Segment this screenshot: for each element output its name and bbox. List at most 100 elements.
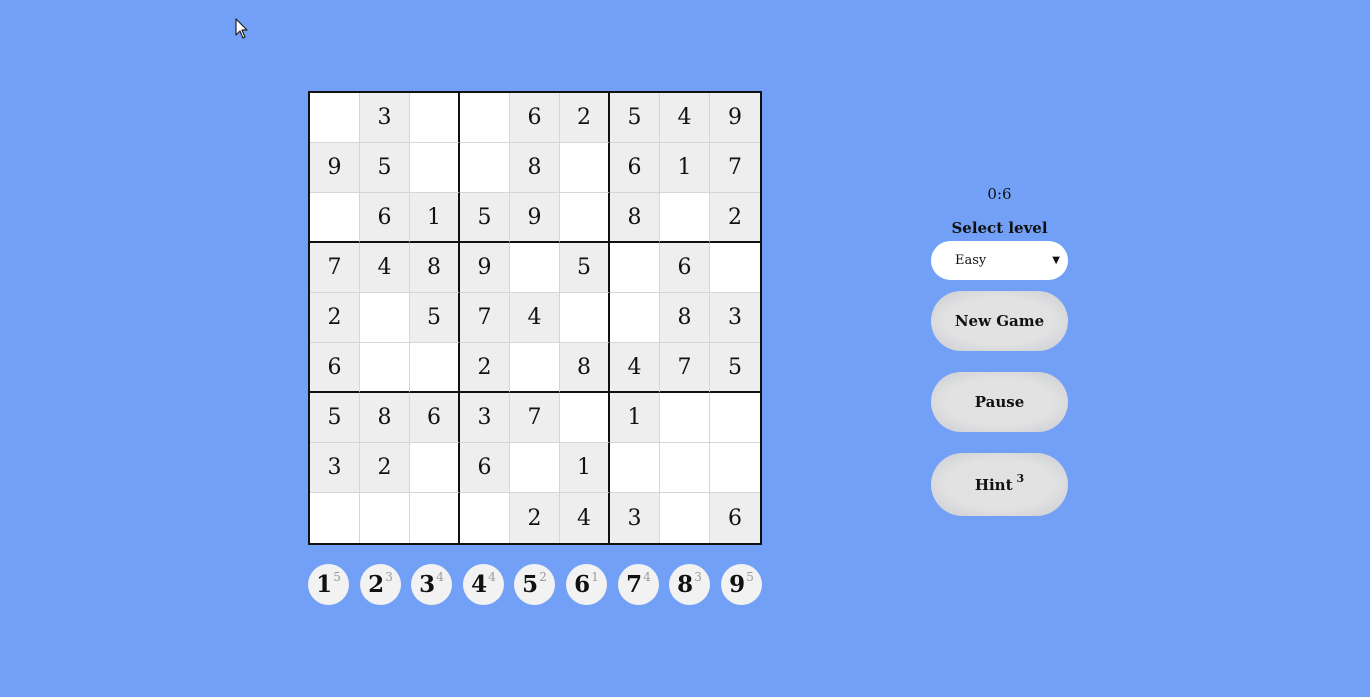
sudoku-cell[interactable] (410, 143, 460, 193)
sudoku-cell[interactable]: 4 (560, 493, 610, 543)
sudoku-cell[interactable]: 4 (660, 93, 710, 143)
sudoku-cell[interactable] (660, 493, 710, 543)
sudoku-cell[interactable]: 6 (510, 93, 560, 143)
sudoku-cell[interactable]: 8 (360, 393, 410, 443)
sudoku-cell[interactable] (560, 143, 610, 193)
sudoku-cell[interactable]: 6 (660, 243, 710, 293)
sudoku-cell[interactable] (660, 393, 710, 443)
sudoku-cell[interactable] (510, 243, 560, 293)
sudoku-cell[interactable]: 6 (710, 493, 760, 543)
sudoku-cell[interactable]: 9 (310, 143, 360, 193)
sudoku-cell[interactable]: 6 (460, 443, 510, 493)
number-remaining-count: 2 (539, 569, 547, 584)
sudoku-cell[interactable]: 4 (510, 293, 560, 343)
level-select-value: Easy (955, 253, 987, 268)
sudoku-cell[interactable]: 2 (360, 443, 410, 493)
sudoku-cell[interactable]: 8 (510, 143, 560, 193)
sudoku-cell[interactable]: 5 (410, 293, 460, 343)
sudoku-cell[interactable]: 8 (410, 243, 460, 293)
sudoku-cell[interactable]: 5 (360, 143, 410, 193)
number-remaining-count: 3 (694, 569, 702, 584)
sudoku-cell[interactable]: 9 (460, 243, 510, 293)
sudoku-cell[interactable] (560, 393, 610, 443)
sudoku-cell[interactable] (610, 293, 660, 343)
sudoku-cell[interactable] (360, 343, 410, 393)
level-select[interactable]: Easy ▼ (931, 241, 1068, 280)
sudoku-cell[interactable] (660, 443, 710, 493)
number-remaining-count: 4 (436, 569, 444, 584)
sudoku-cell[interactable] (310, 193, 360, 243)
sudoku-cell[interactable]: 8 (560, 343, 610, 393)
sudoku-cell[interactable] (410, 343, 460, 393)
sudoku-cell[interactable]: 5 (310, 393, 360, 443)
sudoku-cell[interactable]: 2 (710, 193, 760, 243)
sudoku-board: 3625499586176159827489562574836284755863… (308, 91, 762, 545)
sudoku-cell[interactable]: 8 (610, 193, 660, 243)
number-digit: 3 (419, 571, 436, 598)
number-button[interactable]: 83 (669, 564, 710, 605)
sudoku-cell[interactable]: 4 (360, 243, 410, 293)
hint-button[interactable]: Hint 3 (931, 453, 1068, 516)
sudoku-cell[interactable] (560, 293, 610, 343)
sudoku-cell[interactable]: 1 (410, 193, 460, 243)
number-button[interactable]: 74 (618, 564, 659, 605)
number-button[interactable]: 52 (514, 564, 555, 605)
sudoku-cell[interactable]: 7 (460, 293, 510, 343)
sudoku-cell[interactable]: 2 (460, 343, 510, 393)
sudoku-cell[interactable] (360, 293, 410, 343)
sudoku-cell[interactable]: 2 (510, 493, 560, 543)
sudoku-cell[interactable]: 6 (310, 343, 360, 393)
sudoku-cell[interactable]: 5 (710, 343, 760, 393)
number-button[interactable]: 23 (360, 564, 401, 605)
sudoku-cell[interactable]: 7 (660, 343, 710, 393)
pause-button[interactable]: Pause (931, 372, 1068, 432)
sudoku-cell[interactable]: 3 (310, 443, 360, 493)
sudoku-cell[interactable]: 5 (560, 243, 610, 293)
number-button[interactable]: 44 (463, 564, 504, 605)
sudoku-cell[interactable]: 5 (610, 93, 660, 143)
sudoku-cell[interactable]: 6 (410, 393, 460, 443)
sudoku-cell[interactable] (460, 493, 510, 543)
sudoku-cell[interactable]: 7 (310, 243, 360, 293)
sudoku-cell[interactable] (460, 93, 510, 143)
sudoku-cell[interactable]: 9 (510, 193, 560, 243)
sudoku-cell[interactable] (510, 343, 560, 393)
sudoku-cell[interactable] (710, 443, 760, 493)
sudoku-cell[interactable]: 7 (710, 143, 760, 193)
sudoku-cell[interactable] (410, 443, 460, 493)
sudoku-cell[interactable]: 7 (510, 393, 560, 443)
sudoku-cell[interactable] (310, 93, 360, 143)
new-game-button[interactable]: New Game (931, 291, 1068, 351)
sudoku-cell[interactable] (410, 493, 460, 543)
sudoku-cell[interactable]: 1 (610, 393, 660, 443)
sudoku-cell[interactable] (610, 243, 660, 293)
sudoku-cell[interactable]: 3 (710, 293, 760, 343)
sudoku-cell[interactable] (510, 443, 560, 493)
sudoku-cell[interactable] (560, 193, 610, 243)
sudoku-cell[interactable]: 6 (360, 193, 410, 243)
number-button[interactable]: 34 (411, 564, 452, 605)
sudoku-cell[interactable]: 9 (710, 93, 760, 143)
sudoku-cell[interactable] (310, 493, 360, 543)
sudoku-cell[interactable]: 2 (560, 93, 610, 143)
sudoku-cell[interactable] (610, 443, 660, 493)
sudoku-cell[interactable]: 1 (660, 143, 710, 193)
number-button[interactable]: 95 (721, 564, 762, 605)
number-button[interactable]: 15 (308, 564, 349, 605)
sudoku-cell[interactable] (460, 143, 510, 193)
sudoku-cell[interactable]: 1 (560, 443, 610, 493)
sudoku-cell[interactable] (710, 393, 760, 443)
sudoku-cell[interactable]: 4 (610, 343, 660, 393)
number-button[interactable]: 61 (566, 564, 607, 605)
sudoku-cell[interactable]: 5 (460, 193, 510, 243)
sudoku-cell[interactable]: 3 (460, 393, 510, 443)
sudoku-cell[interactable]: 3 (360, 93, 410, 143)
sudoku-cell[interactable]: 8 (660, 293, 710, 343)
sudoku-cell[interactable]: 3 (610, 493, 660, 543)
sudoku-cell[interactable] (660, 193, 710, 243)
sudoku-cell[interactable] (360, 493, 410, 543)
sudoku-cell[interactable] (410, 93, 460, 143)
sudoku-cell[interactable]: 6 (610, 143, 660, 193)
sudoku-cell[interactable]: 2 (310, 293, 360, 343)
sudoku-cell[interactable] (710, 243, 760, 293)
